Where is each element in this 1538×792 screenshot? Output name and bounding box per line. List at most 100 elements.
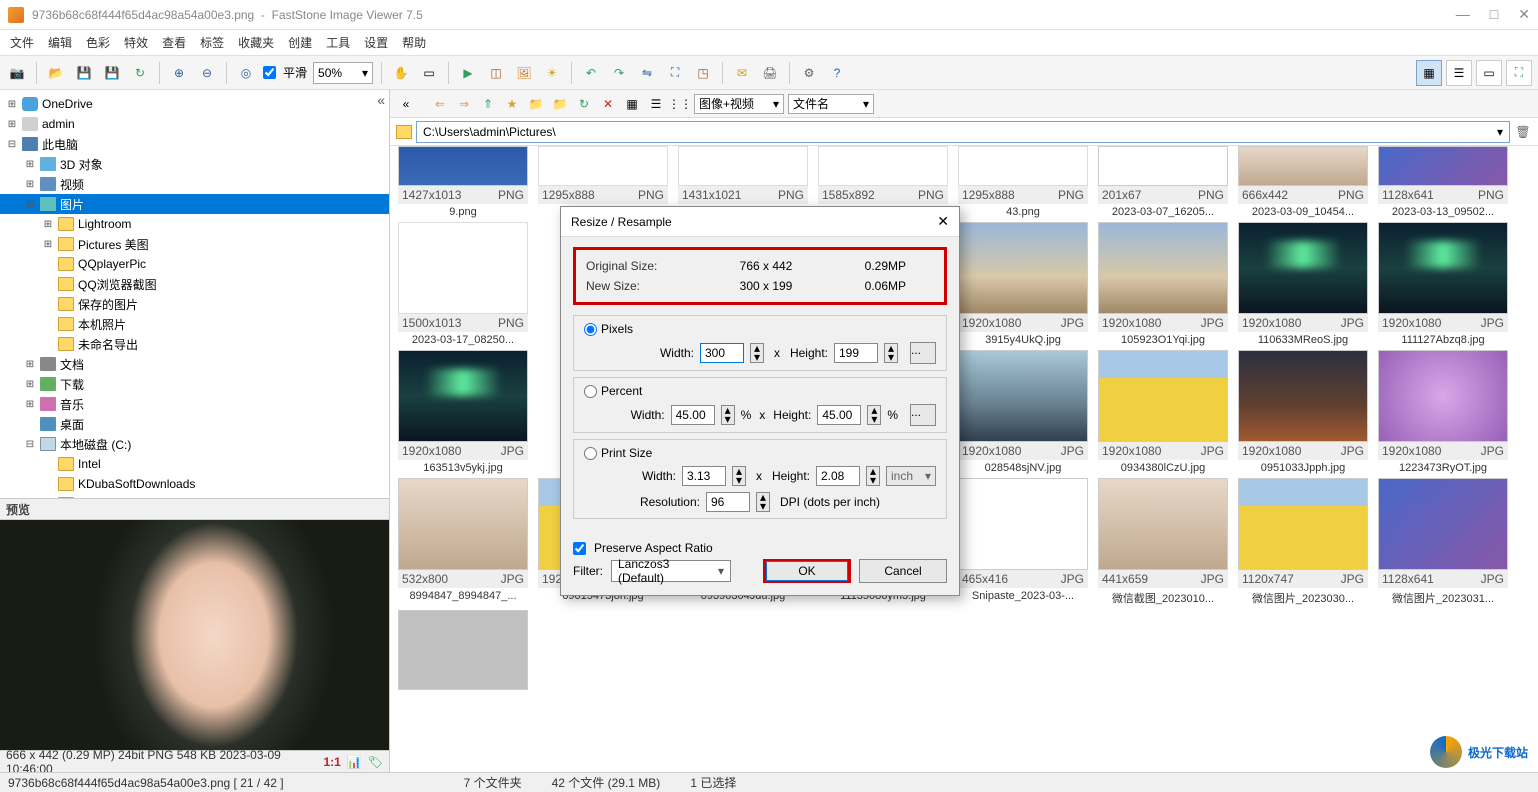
light-icon[interactable]: ☀ — [541, 62, 563, 84]
menu-create[interactable]: 创建 — [288, 34, 312, 51]
cancel-button[interactable]: Cancel — [859, 559, 947, 583]
tree-item[interactable]: ⊞文档 — [0, 354, 389, 374]
thumbnail-item[interactable]: 1920x1080JPG028548sjNV.jpg — [958, 350, 1088, 474]
collapse-left-icon[interactable]: « — [396, 94, 416, 114]
menu-effect[interactable]: 特效 — [124, 34, 148, 51]
compare-icon[interactable]: ◫ — [485, 62, 507, 84]
tree-item[interactable]: ⊞OneDrive — [0, 94, 389, 114]
nav-back-icon[interactable]: ⇐ — [430, 94, 450, 114]
tree-item[interactable]: ⊟本地磁盘 (C:) — [0, 434, 389, 454]
tree-item[interactable]: QQplayerPic — [0, 254, 389, 274]
menu-help[interactable]: 帮助 — [402, 34, 426, 51]
menu-view[interactable]: 查看 — [162, 34, 186, 51]
nav-fwd-icon[interactable]: ⇒ — [454, 94, 474, 114]
sort-combo[interactable]: 文件名▾ — [788, 94, 874, 114]
print-width-input[interactable] — [682, 466, 726, 486]
rotate-r-icon[interactable]: ↷ — [608, 62, 630, 84]
menu-file[interactable]: 文件 — [10, 34, 34, 51]
flip-h-icon[interactable]: ⇋ — [636, 62, 658, 84]
tree-item[interactable]: 本机照片 — [0, 314, 389, 334]
hand-icon[interactable]: ✋ — [390, 62, 412, 84]
folder2-icon[interactable]: 📁 — [550, 94, 570, 114]
select-icon[interactable]: ▭ — [418, 62, 440, 84]
thumbnail-item[interactable]: 1920x1080JPG111127Abzq8.jpg — [1378, 222, 1508, 346]
print-radio[interactable] — [584, 447, 597, 460]
thumbnail-item[interactable]: 1120x747JPG微信图片_2023030... — [1238, 478, 1368, 606]
tree-item[interactable]: ⊟此电脑 — [0, 134, 389, 154]
maximize-button[interactable]: □ — [1490, 6, 1498, 23]
preserve-aspect-checkbox[interactable] — [573, 542, 586, 555]
unit-combo[interactable]: inch▾ — [886, 466, 936, 486]
view-details-button[interactable]: ▭ — [1476, 60, 1502, 86]
print-icon[interactable]: 🖨 — [759, 62, 781, 84]
preview-image[interactable] — [0, 520, 389, 750]
zoom-combo[interactable]: 50%▾ — [313, 62, 373, 84]
print-width-spin[interactable]: ▴▾ — [732, 466, 746, 486]
pct-height-spin[interactable]: ▴▾ — [867, 405, 881, 425]
pixels-height-input[interactable] — [834, 343, 878, 363]
tree-item[interactable]: ⊞Pictures 美图 — [0, 234, 389, 254]
px-browse-button[interactable]: ... — [910, 342, 936, 364]
thumbnail-item[interactable]: 1920x1080JPG3915y4UkQ.jpg — [958, 222, 1088, 346]
trash-icon[interactable]: 🗑 — [1514, 123, 1532, 141]
tree-item[interactable]: ⊞下载 — [0, 374, 389, 394]
dialog-titlebar[interactable]: Resize / Resample ✕ — [561, 207, 959, 237]
view2-icon[interactable]: ⋮⋮ — [670, 94, 690, 114]
fit-icon[interactable]: ◎ — [235, 62, 257, 84]
dialog-close-icon[interactable]: ✕ — [937, 213, 949, 230]
tree-item[interactable]: KDubaSoftDownloads — [0, 474, 389, 494]
canvas-icon[interactable]: ◳ — [692, 62, 714, 84]
percent-radio[interactable] — [584, 385, 597, 398]
tree-item[interactable]: PerfLogs — [0, 494, 389, 498]
saveas-icon[interactable]: 💾 — [101, 62, 123, 84]
thumbnail-item[interactable]: 1920x1080JPG0951033Jpph.jpg — [1238, 350, 1368, 474]
thumbnail-item[interactable]: 666x442PNG2023-03-09_10454... — [1238, 146, 1368, 218]
thumbnail-item[interactable]: 1920x1080JPG1223473RyOT.jpg — [1378, 350, 1508, 474]
tree-item[interactable]: ⊟图片 — [0, 194, 389, 214]
res-spin[interactable]: ▴▾ — [756, 492, 770, 512]
tree-item[interactable]: ⊞音乐 — [0, 394, 389, 414]
tree-item[interactable]: 桌面 — [0, 414, 389, 434]
thumbnail-item[interactable]: 201x67PNG2023-03-07_16205... — [1098, 146, 1228, 218]
help-icon[interactable]: ? — [826, 62, 848, 84]
path-input[interactable]: C:\Users\admin\Pictures\▾ — [416, 121, 1510, 143]
thumbnail-item[interactable] — [398, 610, 528, 690]
menu-tools[interactable]: 工具 — [326, 34, 350, 51]
print-height-input[interactable] — [816, 466, 860, 486]
tree-item[interactable]: Intel — [0, 454, 389, 474]
fav-icon[interactable]: ★ — [502, 94, 522, 114]
acquire-icon[interactable]: 📷 — [6, 62, 28, 84]
thumbnail-item[interactable]: 1920x1080JPG163513v5ykj.jpg — [398, 350, 528, 474]
slideshow-icon[interactable]: ▶ — [457, 62, 479, 84]
zoom-out-icon[interactable]: ⊖ — [196, 62, 218, 84]
thumbnail-item[interactable]: 532x800JPG8994847_8994847_... — [398, 478, 528, 606]
ok-button[interactable]: OK — [763, 559, 851, 583]
folder-tree[interactable]: « ⊞OneDrive⊞admin⊟此电脑⊞3D 对象⊞视频⊟图片⊞Lightr… — [0, 90, 389, 498]
tree-item[interactable]: ⊞视频 — [0, 174, 389, 194]
selectall-icon[interactable]: ▦ — [622, 94, 642, 114]
resolution-input[interactable] — [706, 492, 750, 512]
tree-item[interactable]: QQ浏览器截图 — [0, 274, 389, 294]
tree-item[interactable]: 保存的图片 — [0, 294, 389, 314]
pct-width-spin[interactable]: ▴▾ — [721, 405, 735, 425]
save-icon[interactable]: 💾 — [73, 62, 95, 84]
pct-browse-button[interactable]: ... — [910, 404, 936, 426]
settings-icon[interactable]: ⚙ — [798, 62, 820, 84]
minimize-button[interactable]: — — [1456, 6, 1470, 23]
percent-width-input[interactable] — [671, 405, 715, 425]
view-fullscreen-button[interactable]: ⛶ — [1506, 60, 1532, 86]
thumbnail-item[interactable]: 1500x1013PNG2023-03-17_08250... — [398, 222, 528, 346]
histogram-icon[interactable]: 📊 — [347, 755, 362, 769]
thumbnail-item[interactable]: 1920x1080JPG110633MReoS.jpg — [1238, 222, 1368, 346]
refresh-icon[interactable]: ↻ — [574, 94, 594, 114]
menu-edit[interactable]: 编辑 — [48, 34, 72, 51]
tree-item[interactable]: ⊞admin — [0, 114, 389, 134]
pixels-radio[interactable] — [584, 323, 597, 336]
print-height-spin[interactable]: ▴▾ — [866, 466, 880, 486]
thumbnail-item[interactable]: 465x416JPGSnipaste_2023-03-... — [958, 478, 1088, 606]
view1-icon[interactable]: ☰ — [646, 94, 666, 114]
wallpaper-icon[interactable]: 🖼 — [513, 62, 535, 84]
resize-icon[interactable]: ⛶ — [664, 62, 686, 84]
view-thumbnails-button[interactable]: ▦ — [1416, 60, 1442, 86]
tree-item[interactable]: 未命名导出 — [0, 334, 389, 354]
